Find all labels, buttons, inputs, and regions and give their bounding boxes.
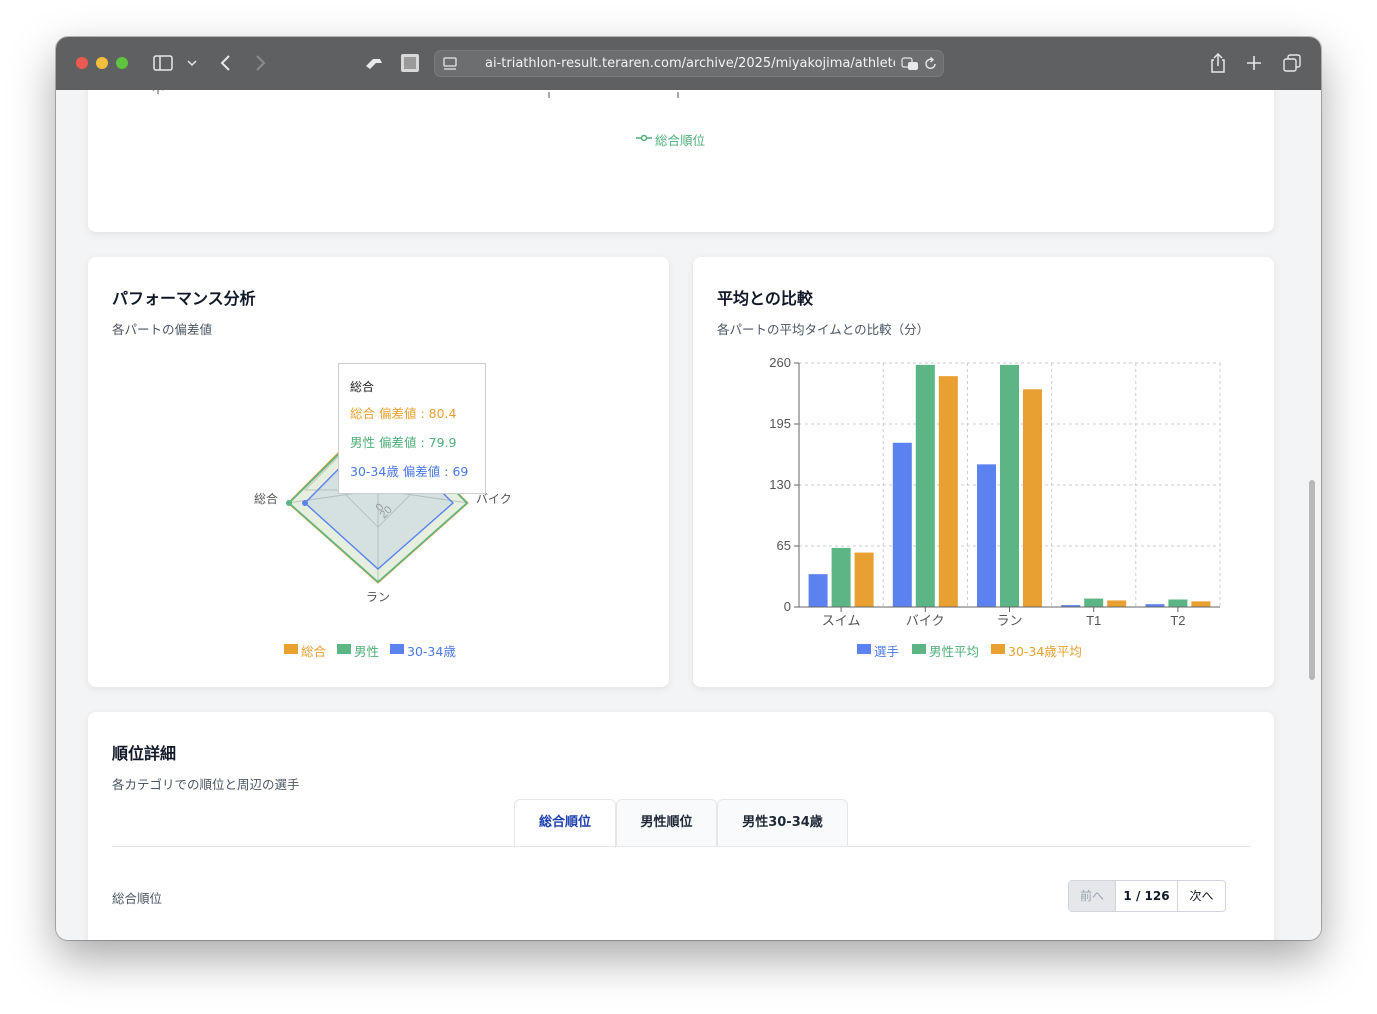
next-page-button[interactable]: 次へ — [1178, 881, 1225, 911]
translate-icon[interactable] — [901, 57, 919, 71]
y-tick-label: 195 — [769, 416, 791, 431]
tooltip-line-age: 30-34歳 偏差値 : 69 — [350, 464, 469, 479]
bar-スイム-30-34歳平均[interactable] — [854, 552, 874, 607]
radar-tooltip: 総合 総合 偏差値 : 80.4 男性 偏差値 : 79.9 30-34歳 偏差… — [338, 363, 486, 494]
radar-legend: 総合 男性 30-34歳 — [284, 641, 484, 660]
tabs-divider — [112, 846, 1250, 847]
x-tick-label: T1 — [1086, 613, 1101, 628]
tooltip-line-male: 男性 偏差値 : 79.9 — [350, 435, 457, 450]
sidebar-icon[interactable] — [153, 55, 173, 71]
bar-T2-30-34歳平均[interactable] — [1191, 601, 1211, 607]
radar-point-age — [302, 500, 308, 506]
extension-icon[interactable] — [363, 54, 385, 72]
trend-axis-fragment — [548, 92, 679, 98]
legend-label-male[interactable]: 男性 — [354, 641, 379, 660]
tooltip-line-overall: 総合 偏差値 : 80.4 — [350, 406, 457, 421]
bar-スイム-選手[interactable] — [808, 574, 828, 607]
page-indicator: 1 / 126 — [1116, 881, 1178, 911]
y-tick-label: 260 — [769, 355, 791, 370]
section-label: 総合順位 — [112, 891, 163, 906]
ranking-subtitle: 各カテゴリでの順位と周辺の選手 — [112, 777, 300, 792]
prev-page-button[interactable]: 前へ — [1069, 881, 1116, 911]
legend-label-age-avg[interactable]: 30-34歳平均 — [1008, 641, 1082, 660]
x-tick-label: バイク — [906, 613, 945, 628]
comparison-bar-chart[interactable]: 0 65 130 195 260 スイム バイク ラン T1 T2 — [693, 257, 1274, 687]
legend-swatch-athlete — [857, 644, 871, 654]
legend-label-age[interactable]: 30-34歳 — [407, 641, 456, 660]
scrollbar-thumb[interactable] — [1309, 480, 1315, 680]
legend-label-athlete[interactable]: 選手 — [874, 641, 899, 660]
legend-swatch-male-avg — [912, 644, 926, 654]
bar-ラン-30-34歳平均[interactable] — [1023, 389, 1042, 607]
back-icon[interactable] — [219, 54, 231, 72]
forward-icon[interactable] — [255, 54, 267, 72]
new-tab-icon[interactable] — [1246, 55, 1262, 71]
ranking-title: 順位詳細 — [112, 744, 177, 763]
trend-legend-label: 総合順位 — [655, 133, 706, 148]
bar-バイク-男性平均[interactable] — [915, 364, 935, 607]
legend-label-overall[interactable]: 総合 — [301, 641, 326, 660]
line-marker-icon — [636, 134, 652, 142]
x-tick-label: スイム — [822, 613, 861, 628]
tab-male-30-34[interactable]: 男性30-34歳 — [717, 799, 848, 847]
radar-axis-label-bike: バイク — [476, 492, 512, 506]
y-tick-label: 130 — [769, 477, 791, 492]
url-text: ai-triathlon-result.teraren.com/archive/… — [485, 56, 895, 71]
bar-ラン-選手[interactable] — [977, 464, 996, 607]
legend-label-male-avg[interactable]: 男性平均 — [929, 641, 979, 660]
x-tick-label: ラン — [996, 613, 1022, 628]
bar-T1-男性平均[interactable] — [1084, 598, 1104, 607]
comparison-card: 平均との比較 各パートの平均タイムとの比較（分） 0 65 130 195 260 スイム… — [693, 257, 1274, 687]
bar-バイク-30-34歳平均[interactable] — [938, 376, 958, 607]
address-bar[interactable]: ai-triathlon-result.teraren.com/archive/… — [434, 50, 944, 77]
page-content: 不 総合順位 パフォーマンス分析 各パートの偏差値 — [56, 90, 1321, 940]
radar-axis-label-overall: 総合 — [254, 491, 278, 506]
minimize-window-button[interactable] — [96, 57, 108, 69]
tab-overall-rank[interactable]: 総合順位 — [514, 799, 616, 848]
legend-swatch-overall — [284, 644, 298, 654]
legend-swatch-age-avg — [991, 644, 1005, 654]
bar-legend: 選手 男性平均 30-34歳平均 — [857, 641, 1117, 660]
tab-overview-icon[interactable] — [1283, 54, 1301, 72]
close-window-button[interactable] — [76, 57, 88, 69]
legend-swatch-age — [390, 644, 404, 654]
chevron-down-icon[interactable] — [187, 59, 197, 67]
x-tick-label: T2 — [1170, 613, 1185, 628]
bar-T2-男性平均[interactable] — [1168, 599, 1188, 607]
tab-male-rank[interactable]: 男性順位 — [616, 799, 717, 847]
radar-point-overall — [286, 500, 292, 506]
bar-T1-30-34歳平均[interactable] — [1107, 600, 1127, 607]
bar-ラン-男性平均[interactable] — [1000, 364, 1019, 607]
legend-swatch-male — [337, 644, 351, 654]
zoom-window-button[interactable] — [116, 57, 128, 69]
pagination: 前へ 1 / 126 次へ — [1068, 880, 1226, 912]
bar-バイク-選手[interactable] — [892, 442, 912, 607]
radar-axis-label-run: ラン — [366, 590, 390, 604]
ranking-card: 順位詳細 各カテゴリでの順位と周辺の選手 総合順位 男性順位 男性30-34歳 … — [88, 712, 1274, 940]
extension-thumbnail-icon[interactable] — [400, 53, 420, 73]
share-icon[interactable] — [1209, 52, 1227, 74]
tooltip-title: 総合 — [350, 380, 375, 394]
ranking-trend-card: 不 総合順位 — [88, 90, 1274, 232]
title-bar: ai-triathlon-result.teraren.com/archive/… — [56, 37, 1321, 90]
performance-card: パフォーマンス分析 各パートの偏差値 0 20 総合 バイク ラン 総合 総合 … — [88, 257, 669, 687]
y-tick-label: 65 — [777, 538, 791, 553]
y-tick-label: 0 — [784, 599, 791, 614]
browser-window: ai-triathlon-result.teraren.com/archive/… — [56, 37, 1321, 940]
axis-label-fragment: 不 — [152, 90, 164, 97]
page-menu-icon[interactable] — [443, 57, 457, 71]
bar-スイム-男性平均[interactable] — [831, 547, 851, 607]
reload-icon[interactable] — [924, 56, 938, 72]
